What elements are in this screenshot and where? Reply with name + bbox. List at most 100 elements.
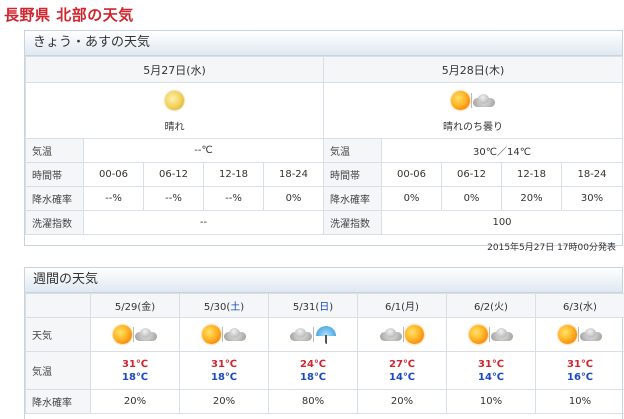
- page-title: 長野県 北部の天気: [4, 4, 134, 25]
- time-slot: 12-18: [204, 163, 264, 187]
- wash-label: 洗濯指数: [324, 211, 382, 235]
- week-day-date: 6/3(水): [536, 294, 624, 318]
- corner-cell: [26, 294, 91, 318]
- date-suffix: ): [415, 302, 419, 313]
- temp-value: 30℃／14℃: [382, 139, 623, 163]
- date-suffix: ): [504, 302, 508, 313]
- weather-text: 晴れのち曇り: [324, 118, 622, 133]
- rain-value: 0%: [264, 187, 324, 211]
- time-slot: 18-24: [562, 163, 623, 187]
- sun-icon: [405, 325, 424, 344]
- rain-value: 0%: [382, 187, 442, 211]
- week-day-temp: 24℃18℃: [269, 352, 358, 390]
- week-day-icons: [447, 318, 536, 352]
- date-prefix: 6/1(: [385, 302, 405, 313]
- low-temp: 18℃: [269, 372, 357, 383]
- cloud-icon: [224, 328, 246, 341]
- time-slot: 06-12: [144, 163, 204, 187]
- low-temp: 18℃: [180, 372, 268, 383]
- rain-value: 20%: [502, 187, 562, 211]
- week-day-icons: [536, 318, 624, 352]
- week-day-rain: 80%: [269, 390, 358, 414]
- day-of-week: 日: [319, 302, 329, 313]
- time-slot: 06-12: [442, 163, 502, 187]
- rain-value: --%: [204, 187, 264, 211]
- date-prefix: 5/30(: [204, 302, 230, 313]
- sun-icon: [451, 91, 470, 110]
- time-label: 時間帯: [324, 163, 382, 187]
- weekly-header: 週間の天気: [25, 268, 622, 293]
- date-prefix: 5/29(: [115, 302, 141, 313]
- icon-divider: [313, 327, 314, 342]
- rain-value: 30%: [562, 187, 623, 211]
- rain-label: 降水確率: [324, 187, 382, 211]
- high-temp: 31℃: [536, 359, 624, 370]
- wash-label: 洗濯指数: [26, 211, 84, 235]
- date-suffix: ): [329, 302, 333, 313]
- rain-value: 0%: [442, 187, 502, 211]
- sun-icon: [202, 325, 221, 344]
- day-of-week: 火: [494, 302, 504, 313]
- day-of-week: 月: [405, 302, 415, 313]
- date-suffix: ): [151, 302, 155, 313]
- temp-label: 気温: [26, 352, 91, 390]
- sun-icon: [165, 91, 184, 110]
- time-label: 時間帯: [26, 163, 84, 187]
- date-suffix: ): [593, 302, 597, 313]
- day-of-week: 水: [583, 302, 593, 313]
- today-tomorrow-panel: きょう・あすの天気 5月27日(水) 5月28日(木) 晴れ 晴れのち曇り: [24, 30, 623, 246]
- day-of-week: 土: [230, 302, 240, 313]
- week-day-rain: 20%: [180, 390, 269, 414]
- week-day-icons: [180, 318, 269, 352]
- date-suffix: ): [240, 302, 244, 313]
- weather-icons: [324, 91, 622, 115]
- time-slot: 12-18: [502, 163, 562, 187]
- issued-timestamp: 2015年5月27日 17時00分発表: [25, 240, 622, 253]
- time-slot: 00-06: [382, 163, 442, 187]
- cloud-icon: [580, 328, 602, 341]
- low-temp: 14℃: [447, 372, 535, 383]
- week-day-temp: 27℃14℃: [358, 352, 447, 390]
- date-prefix: 6/3(: [563, 302, 583, 313]
- low-temp: 18℃: [91, 372, 179, 383]
- temp-value: --℃: [84, 139, 324, 163]
- week-day-date: 5/31(日): [269, 294, 358, 318]
- week-day-rain: 20%: [358, 390, 447, 414]
- rain-label: 降水確率: [26, 390, 91, 414]
- temp-label: 気温: [324, 139, 382, 163]
- rain-label: 降水確率: [26, 187, 84, 211]
- rain-value: --%: [84, 187, 144, 211]
- date-prefix: 5/31(: [293, 302, 319, 313]
- week-day-rain: 10%: [536, 390, 624, 414]
- sun-icon: [558, 325, 577, 344]
- week-day-temp: 31℃14℃: [447, 352, 536, 390]
- icon-divider: [489, 327, 490, 342]
- week-day-icons: [358, 318, 447, 352]
- week-day-icons: [269, 318, 358, 352]
- umbrella-icon: [315, 324, 337, 346]
- weather-icons: [26, 91, 323, 115]
- day-date: 5月27日(水): [26, 57, 324, 83]
- weather-label: 天気: [26, 318, 91, 352]
- high-temp: 31℃: [447, 359, 535, 370]
- icon-divider: [403, 327, 404, 342]
- week-day-date: 6/2(火): [447, 294, 536, 318]
- cloud-icon: [380, 328, 402, 341]
- icon-divider: [222, 327, 223, 342]
- wash-value: --: [84, 211, 324, 235]
- time-slot: 00-06: [84, 163, 144, 187]
- week-day-icons: [91, 318, 180, 352]
- weekly-panel: 週間の天気 5/29(金)5/30(土)5/31(日)6/1(月)6/2(火)6…: [24, 267, 623, 419]
- rain-value: --%: [144, 187, 204, 211]
- temp-label: 気温: [26, 139, 84, 163]
- wash-value: 100: [382, 211, 623, 235]
- week-day-temp: 31℃16℃: [536, 352, 624, 390]
- week-day-date: 5/30(土): [180, 294, 269, 318]
- cloud-icon: [473, 94, 495, 107]
- day-weather-cell: 晴れのち曇り: [324, 83, 623, 139]
- week-day-date: 5/29(金): [91, 294, 180, 318]
- week-day-temp: 31℃18℃: [91, 352, 180, 390]
- day-weather-cell: 晴れ: [26, 83, 324, 139]
- weekly-table: 5/29(金)5/30(土)5/31(日)6/1(月)6/2(火)6/3(水) …: [25, 293, 624, 414]
- week-day-rain: 10%: [447, 390, 536, 414]
